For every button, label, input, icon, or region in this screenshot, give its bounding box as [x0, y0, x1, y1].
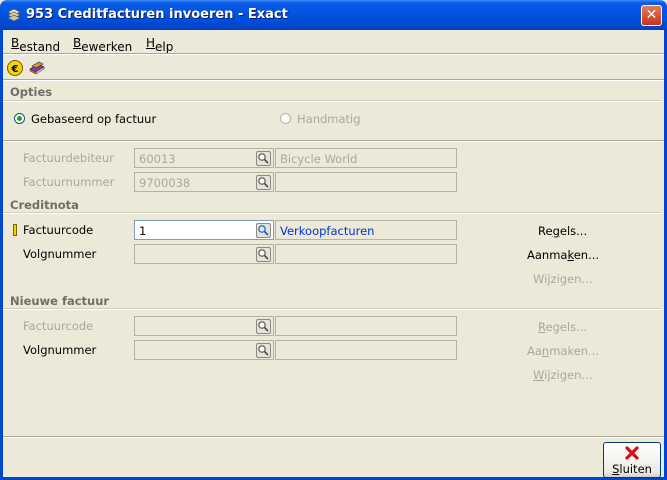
creditnota-wijzigen-button[interactable]: Wijzigen...: [533, 272, 592, 286]
sluiten-label: Sluiten: [612, 462, 652, 476]
nieuwe-wijzigen-button[interactable]: Wijzigen...: [533, 368, 592, 382]
nieuwe-volgnummer-lookup-button[interactable]: [256, 343, 271, 358]
nieuwe-factuurcode-label: Factuurcode: [23, 319, 94, 333]
menu-separator: [3, 53, 664, 55]
factuurnummer-lookup-button[interactable]: [256, 175, 271, 190]
menu-bar: Bestand Bewerken Help: [3, 32, 664, 54]
euro-currency-icon[interactable]: €: [6, 59, 24, 77]
factuurdebiteur-label: Factuurdebiteur: [23, 151, 115, 165]
nieuwe-factuurcode-field[interactable]: [134, 316, 274, 336]
nieuwe-factuur-section-title: Nieuwe factuur: [10, 294, 110, 308]
creditnota-section-title: Creditnota: [10, 198, 79, 212]
creditnota-regels-button[interactable]: Regels...: [538, 224, 587, 238]
magnifier-icon: [258, 225, 269, 236]
toolbar-separator: [3, 79, 664, 81]
factuurdebiteur-field[interactable]: 60013: [134, 148, 274, 168]
creditnota-factuurcode-desc: Verkoopfacturen: [275, 220, 457, 240]
required-indicator: [13, 224, 17, 236]
opties-separator: [3, 140, 664, 142]
nieuwe-aanmaken-button[interactable]: Aanmaken...: [527, 344, 599, 358]
footer-separator: [3, 436, 664, 438]
magnifier-icon: [258, 177, 269, 188]
creditnota-aanmaken-button[interactable]: Aanmaken...: [527, 248, 599, 262]
creditnota-factuurcode-lookup-button[interactable]: [256, 223, 271, 238]
books-icon[interactable]: [28, 59, 46, 77]
window-title: 953 Creditfacturen invoeren - Exact: [26, 7, 288, 22]
creditnota-volgnummer-lookup-button[interactable]: [256, 247, 271, 262]
radio-gebaseerd-label[interactable]: Gebaseerd op factuur: [31, 112, 156, 126]
factuurdebiteur-desc: Bicycle World: [275, 148, 457, 168]
red-x-close-icon: [625, 446, 639, 460]
title-bar: 953 Creditfacturen invoeren - Exact ✕: [0, 0, 667, 30]
nieuwe-volgnummer-field[interactable]: [134, 340, 274, 360]
nieuwe-regels-button[interactable]: Regels...: [538, 320, 587, 334]
close-window-button[interactable]: ✕: [641, 5, 662, 26]
menu-help[interactable]: Help: [146, 36, 173, 54]
nieuwe-factuur-section-line: [3, 308, 661, 310]
creditnota-section-line: [3, 212, 661, 214]
nieuwe-factuurcode-lookup-button[interactable]: [256, 319, 271, 334]
radio-handmatig-label[interactable]: Handmatig: [297, 112, 361, 126]
nieuwe-factuurcode-desc: [275, 316, 457, 336]
magnifier-icon: [258, 321, 269, 332]
nieuwe-volgnummer-label: Volgnummer: [23, 343, 97, 357]
magnifier-icon: [258, 153, 269, 164]
factuurdebiteur-lookup-button[interactable]: [256, 151, 271, 166]
nieuwe-volgnummer-desc: [275, 340, 457, 360]
exact-app-icon: [7, 8, 21, 22]
menu-bewerken[interactable]: Bewerken: [73, 36, 132, 54]
creditnota-volgnummer-desc: [275, 244, 457, 264]
close-icon: ✕: [645, 7, 658, 23]
factuurnummer-desc: [275, 172, 457, 192]
menu-bestand[interactable]: Bestand: [11, 36, 60, 54]
creditnota-factuurcode-label: Factuurcode: [23, 223, 94, 237]
opties-section-line: [3, 100, 661, 102]
creditnota-volgnummer-field[interactable]: [134, 244, 274, 264]
factuurnummer-field[interactable]: 9700038: [134, 172, 274, 192]
radio-gebaseerd-op-factuur[interactable]: [14, 113, 25, 124]
sluiten-button[interactable]: Sluiten: [603, 442, 661, 478]
creditnota-volgnummer-label: Volgnummer: [23, 247, 97, 261]
opties-section-title: Opties: [10, 85, 53, 99]
factuurnummer-label: Factuurnummer: [23, 175, 115, 189]
svg-text:€: €: [11, 64, 19, 75]
magnifier-icon: [258, 345, 269, 356]
radio-handmatig[interactable]: [280, 113, 291, 124]
creditnota-factuurcode-input[interactable]: 1: [134, 220, 274, 240]
magnifier-icon: [258, 249, 269, 260]
